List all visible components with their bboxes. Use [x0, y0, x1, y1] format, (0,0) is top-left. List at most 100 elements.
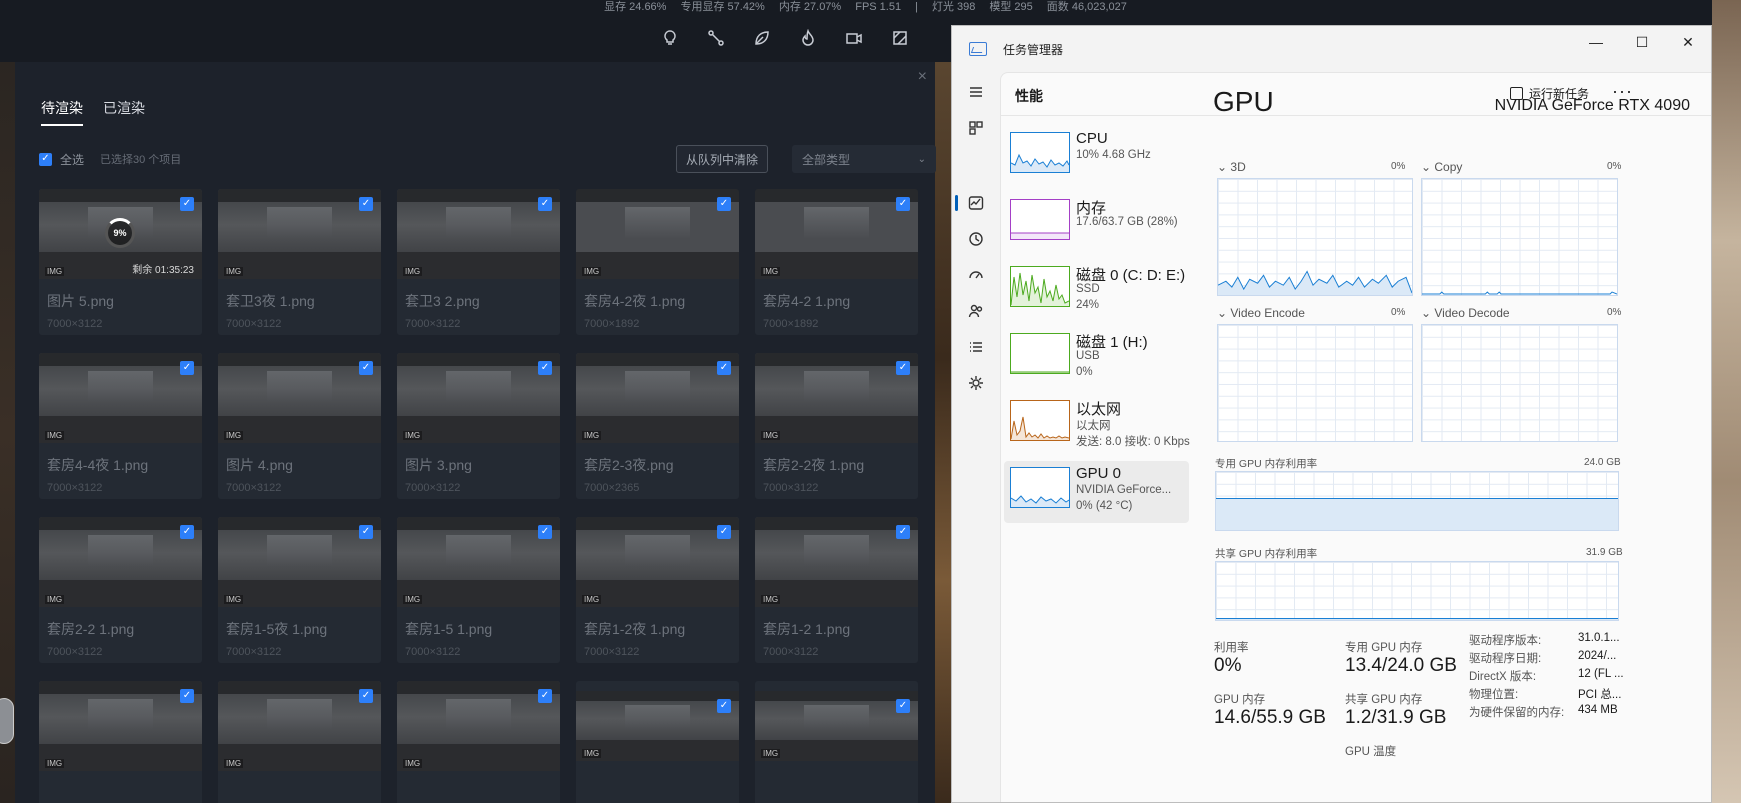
render-thumbnail: ✓ IMG [576, 189, 739, 279]
services-icon[interactable] [966, 373, 986, 393]
render-item-card[interactable]: ✓ IMG 套卫3 2.png 7000×3122 [397, 189, 560, 335]
lightbulb-icon[interactable] [660, 28, 680, 48]
viewport-background-strip [935, 62, 951, 803]
device-item-ethernet[interactable]: 以太网 以太网 发送: 8.0 接收: 0 Kbps [1004, 394, 1190, 456]
remove-from-queue-button[interactable]: 从队列中清除 [676, 145, 769, 173]
item-checkbox[interactable]: ✓ [717, 197, 731, 211]
users-icon[interactable] [966, 301, 986, 321]
render-item-card[interactable]: ✓ IMG 套房4-4夜 1.png 7000×3122 [39, 353, 202, 499]
item-checkbox[interactable]: ✓ [180, 689, 194, 703]
item-checkbox[interactable]: ✓ [538, 361, 552, 375]
item-checkbox[interactable]: ✓ [717, 525, 731, 539]
item-checkbox[interactable]: ✓ [896, 197, 910, 211]
item-checkbox[interactable]: ✓ [538, 197, 552, 211]
details-icon[interactable] [966, 337, 986, 357]
item-checkbox[interactable]: ✓ [717, 361, 731, 375]
engine-graph-3d [1217, 178, 1413, 296]
device-item-gpu-0[interactable]: GPU 0 NVIDIA GeForce... 0% (42 °C) [1004, 461, 1189, 523]
device-item-cpu[interactable]: CPU 10% 4.68 GHz [1004, 126, 1189, 188]
detail-value: 2024/... [1578, 650, 1617, 662]
render-stat: 专用显存 57.42% [680, 1, 765, 13]
item-checkbox[interactable]: ✓ [538, 689, 552, 703]
close-icon[interactable]: × [918, 68, 927, 86]
render-item-card[interactable]: ✓ IMG 9% 剩余 01:35:23 图片 5.png 7000×3122 [39, 189, 202, 335]
render-item-card[interactable]: ✓ IMG [39, 681, 202, 803]
dedicated-memory-stat-value: 13.4/24.0 GB [1345, 655, 1457, 676]
render-item-card[interactable]: ✓ IMG 套房1-2 1.png 7000×3122 [755, 517, 918, 663]
item-checkbox[interactable]: ✓ [896, 525, 910, 539]
item-name: 套房1-5 1.png [405, 621, 493, 637]
engine-graph-video-encode [1217, 324, 1413, 442]
device-detail: 以太网 [1076, 420, 1111, 432]
device-item-disk-1[interactable]: 磁盘 1 (H:) USB 0% [1004, 327, 1189, 389]
select-all-label[interactable]: 全选 [60, 151, 84, 168]
item-checkbox[interactable]: ✓ [359, 525, 373, 539]
item-checkbox[interactable]: ✓ [717, 699, 731, 713]
device-item-memory[interactable]: 内存 17.6/63.7 GB (28%) [1004, 193, 1189, 255]
item-name: 套房1-2 1.png [763, 621, 851, 637]
device-detail: 10% 4.68 GHz [1076, 149, 1151, 161]
app-history-icon[interactable] [966, 229, 986, 249]
item-checkbox[interactable]: ✓ [359, 361, 373, 375]
tab-pending[interactable]: 待渲染 [41, 98, 83, 126]
window-title: 任务管理器 [1003, 42, 1064, 57]
item-size: 7000×3122 [763, 482, 819, 494]
render-item-card[interactable]: ✓ IMG 套卫3夜 1.png 7000×3122 [218, 189, 381, 335]
img-badge: IMG [403, 759, 423, 768]
engine-label-copy[interactable]: ⌄ Copy [1421, 160, 1462, 174]
item-checkbox[interactable]: ✓ [359, 197, 373, 211]
detail-key: 驱动程序日期: [1469, 653, 1542, 665]
utilization-value: 0% [1214, 655, 1242, 676]
item-name: 图片 4.png [226, 457, 293, 473]
render-item-card[interactable]: ✓ IMG [397, 681, 560, 803]
item-checkbox[interactable]: ✓ [359, 689, 373, 703]
hamburger-menu-icon[interactable] [966, 82, 986, 102]
startup-apps-icon[interactable] [966, 265, 986, 285]
type-filter-select[interactable]: 全部类型 ⌄ [792, 145, 936, 173]
performance-icon[interactable] [966, 193, 986, 213]
render-stat: FPS 1.51 [855, 1, 902, 13]
render-thumbnail: ✓ IMG [755, 517, 918, 607]
processes-icon[interactable] [966, 118, 986, 138]
render-item-card[interactable]: ✓ IMG [755, 681, 918, 803]
close-button[interactable]: ✕ [1665, 26, 1711, 58]
engine-label-3d[interactable]: ⌄ 3D [1217, 160, 1246, 174]
minimize-button[interactable]: — [1573, 26, 1619, 58]
render-item-card[interactable]: ✓ IMG 套房2-2 1.png 7000×3122 [39, 517, 202, 663]
render-item-card[interactable]: ✓ IMG 套房2-2夜 1.png 7000×3122 [755, 353, 918, 499]
render-item-card[interactable]: ✓ IMG [218, 681, 381, 803]
camera-icon[interactable] [844, 28, 864, 48]
path-icon[interactable] [706, 28, 726, 48]
render-item-card[interactable]: ✓ IMG 套房1-2夜 1.png 7000×3122 [576, 517, 739, 663]
render-thumbnail: ✓ IMG 9% 剩余 01:35:23 [39, 189, 202, 279]
render-item-card[interactable]: ✓ IMG [576, 681, 739, 803]
item-checkbox[interactable]: ✓ [180, 525, 194, 539]
device-item-disk-0[interactable]: 磁盘 0 (C: D: E:) SSD 24% [1004, 260, 1189, 322]
engine-label-video-decode[interactable]: ⌄ Video Decode [1421, 306, 1510, 320]
render-item-card[interactable]: ✓ IMG 套房1-5夜 1.png 7000×3122 [218, 517, 381, 663]
item-checkbox[interactable]: ✓ [896, 699, 910, 713]
tab-rendered[interactable]: 已渲染 [103, 98, 145, 126]
item-checkbox[interactable]: ✓ [538, 525, 552, 539]
maximize-button[interactable]: ☐ [1619, 26, 1665, 58]
layers-icon[interactable] [890, 28, 910, 48]
leaf-icon[interactable] [752, 28, 772, 48]
select-all-checkbox[interactable]: ✓ [39, 152, 52, 166]
engine-graph-copy [1421, 178, 1618, 296]
engine-label-video-encode[interactable]: ⌄ Video Encode [1217, 306, 1305, 320]
device-name: 磁盘 1 (H:) [1076, 334, 1148, 351]
item-checkbox[interactable]: ✓ [180, 197, 194, 211]
render-item-card[interactable]: ✓ IMG 套房4-2夜 1.png 7000×1892 [576, 189, 739, 335]
slider-knob[interactable] [0, 698, 14, 744]
render-item-card[interactable]: ✓ IMG 图片 3.png 7000×3122 [397, 353, 560, 499]
render-item-card[interactable]: ✓ IMG 图片 4.png 7000×3122 [218, 353, 381, 499]
render-thumbnail: ✓ IMG [576, 691, 739, 761]
render-item-card[interactable]: ✓ IMG 套房1-5 1.png 7000×3122 [397, 517, 560, 663]
shared-memory-max: 31.9 GB [1586, 547, 1623, 558]
fire-icon[interactable] [798, 28, 818, 48]
render-item-card[interactable]: ✓ IMG 套房4-2 1.png 7000×1892 [755, 189, 918, 335]
render-item-card[interactable]: ✓ IMG 套房2-3夜.png 7000×2365 [576, 353, 739, 499]
item-checkbox[interactable]: ✓ [180, 361, 194, 375]
gpu-memory-value: 14.6/55.9 GB [1214, 707, 1326, 728]
item-checkbox[interactable]: ✓ [896, 361, 910, 375]
